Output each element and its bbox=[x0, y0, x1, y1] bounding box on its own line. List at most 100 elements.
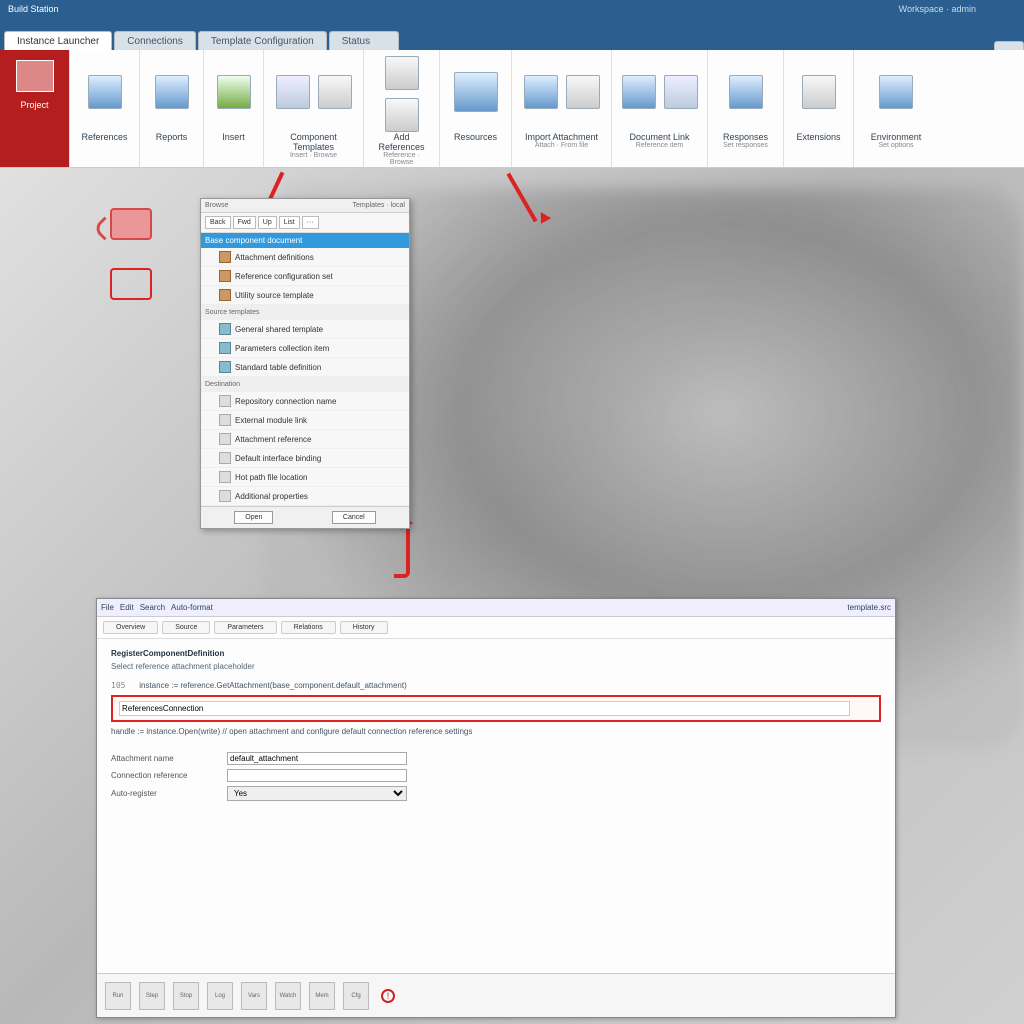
etab-parameters[interactable]: Parameters bbox=[214, 621, 276, 634]
code-line: 105 instance := reference.GetAttachment(… bbox=[111, 679, 881, 692]
connection-ref-input[interactable] bbox=[227, 769, 407, 782]
tab-overflow[interactable] bbox=[994, 41, 1024, 50]
folder-icon bbox=[219, 251, 231, 263]
etab-overview[interactable]: Overview bbox=[103, 621, 158, 634]
item-icon bbox=[219, 433, 231, 445]
tab-instance-launcher[interactable]: Instance Launcher bbox=[4, 31, 112, 50]
item-icon bbox=[219, 471, 231, 483]
dialog-item[interactable]: Parameters collection item bbox=[201, 339, 409, 358]
form-row: Auto-register Yes bbox=[111, 786, 881, 801]
annotation-box-2 bbox=[110, 268, 152, 300]
template-icon bbox=[276, 75, 310, 109]
menu-file[interactable]: File bbox=[101, 603, 114, 612]
foot-cfg[interactable]: Cfg bbox=[343, 982, 369, 1010]
menu-autoformat[interactable]: Auto-format bbox=[171, 603, 213, 612]
item-icon bbox=[219, 414, 231, 426]
folder-icon bbox=[219, 289, 231, 301]
dialog-item[interactable]: Standard table definition bbox=[201, 358, 409, 377]
annotation-arrow-2 bbox=[500, 170, 580, 230]
dialog-item[interactable]: Attachment reference bbox=[201, 430, 409, 449]
etab-relations[interactable]: Relations bbox=[281, 621, 336, 634]
dialog-fwd-button[interactable]: Fwd bbox=[233, 216, 256, 229]
etab-source[interactable]: Source bbox=[162, 621, 210, 634]
tab-template-config[interactable]: Template Configuration bbox=[198, 31, 327, 50]
doclink-icon-2 bbox=[664, 75, 698, 109]
attachment-name-input[interactable] bbox=[227, 752, 407, 765]
reference-input[interactable] bbox=[119, 701, 850, 716]
ribbon-extensions[interactable]: Extensions bbox=[784, 50, 854, 167]
tab-status[interactable]: Status bbox=[329, 31, 399, 50]
ribbon-responses[interactable]: Responses Set responses bbox=[708, 50, 784, 167]
reports-icon bbox=[155, 75, 189, 109]
dialog-more-button[interactable]: ··· bbox=[302, 216, 319, 229]
dialog-selected-item[interactable]: Base component document bbox=[201, 233, 409, 248]
dialog-up-button[interactable]: Up bbox=[258, 216, 277, 229]
dialog-list-button[interactable]: List bbox=[279, 216, 300, 229]
canvas: Browse Templates · local Back Fwd Up Lis… bbox=[0, 168, 1024, 1024]
ribbon-component-templates[interactable]: Component Templates Insert · Browse bbox=[264, 50, 364, 167]
dialog-open-button[interactable]: Open bbox=[234, 511, 273, 524]
foot-vars[interactable]: Vars bbox=[241, 982, 267, 1010]
doc-icon bbox=[219, 323, 231, 335]
dialog-back-button[interactable]: Back bbox=[205, 216, 231, 229]
dialog-item[interactable]: Repository connection name bbox=[201, 392, 409, 411]
dialog-item[interactable]: Reference configuration set bbox=[201, 267, 409, 286]
editor-subheading: Select reference attachment placeholder bbox=[111, 660, 881, 673]
editor-body: RegisterComponentDefinition Select refer… bbox=[97, 639, 895, 813]
dialog-item[interactable]: Hot path file location bbox=[201, 468, 409, 487]
annotation-box-1 bbox=[110, 208, 152, 240]
menu-search[interactable]: Search bbox=[140, 603, 165, 612]
workspace-label: Workspace · admin bbox=[899, 4, 976, 20]
dialog-item[interactable]: General shared template bbox=[201, 320, 409, 339]
form-row: Connection reference bbox=[111, 769, 881, 782]
field-label: Connection reference bbox=[111, 771, 221, 780]
dialog-section-label: Source templates bbox=[201, 305, 409, 320]
etab-history[interactable]: History bbox=[340, 621, 388, 634]
folder-icon bbox=[219, 270, 231, 282]
foot-stop[interactable]: Stop bbox=[173, 982, 199, 1010]
menu-edit[interactable]: Edit bbox=[120, 603, 134, 612]
dialog-cancel-button[interactable]: Cancel bbox=[332, 511, 376, 524]
editor-crumb: template.src bbox=[847, 603, 891, 612]
ribbon-references[interactable]: References bbox=[70, 50, 140, 167]
tab-connections[interactable]: Connections bbox=[114, 31, 196, 50]
responses-icon bbox=[729, 75, 763, 109]
foot-watch[interactable]: Watch bbox=[275, 982, 301, 1010]
ribbon-reports[interactable]: Reports bbox=[140, 50, 204, 167]
import-icon bbox=[524, 75, 558, 109]
dialog-item[interactable]: Additional properties bbox=[201, 487, 409, 506]
foot-mem[interactable]: Mem bbox=[309, 982, 335, 1010]
field-label: Attachment name bbox=[111, 754, 221, 763]
form-row: Attachment name bbox=[111, 752, 881, 765]
line-number: 105 bbox=[111, 681, 137, 690]
item-icon bbox=[219, 452, 231, 464]
template-icon-2 bbox=[318, 75, 352, 109]
import-icon-2 bbox=[566, 75, 600, 109]
dialog-section-label-2: Destination bbox=[201, 377, 409, 392]
ribbon-project[interactable]: Project bbox=[0, 50, 70, 167]
ribbon-environment[interactable]: Environment Set options bbox=[854, 50, 938, 167]
ribbon-add-references[interactable]: Add References Reference · Browse bbox=[364, 50, 440, 167]
doclink-icon bbox=[622, 75, 656, 109]
dialog-item[interactable]: Utility source template bbox=[201, 286, 409, 305]
ribbon-import-attachment[interactable]: Import Attachment Attach · From file bbox=[512, 50, 612, 167]
dialog-item[interactable]: Default interface binding bbox=[201, 449, 409, 468]
ribbon-resources[interactable]: Resources bbox=[440, 50, 512, 167]
dialog-item[interactable]: External module link bbox=[201, 411, 409, 430]
env-icon bbox=[879, 75, 913, 109]
item-icon bbox=[219, 490, 231, 502]
foot-run[interactable]: Run bbox=[105, 982, 131, 1010]
foot-log[interactable]: Log bbox=[207, 982, 233, 1010]
ribbon-insert[interactable]: Insert bbox=[204, 50, 264, 167]
autoreg-select[interactable]: Yes bbox=[227, 786, 407, 801]
app-title: Build Station bbox=[8, 4, 59, 20]
editor-tabs: Overview Source Parameters Relations His… bbox=[97, 617, 895, 639]
foot-step[interactable]: Step bbox=[139, 982, 165, 1010]
ribbon-document-link[interactable]: Document Link Reference item bbox=[612, 50, 708, 167]
title-bar: Build Station Workspace · admin bbox=[0, 0, 1024, 24]
item-icon bbox=[219, 395, 231, 407]
dialog-footer: Open Cancel bbox=[201, 506, 409, 528]
dialog-item[interactable]: Attachment definitions bbox=[201, 248, 409, 267]
addref-icon-2 bbox=[385, 98, 419, 132]
insert-icon bbox=[217, 75, 251, 109]
